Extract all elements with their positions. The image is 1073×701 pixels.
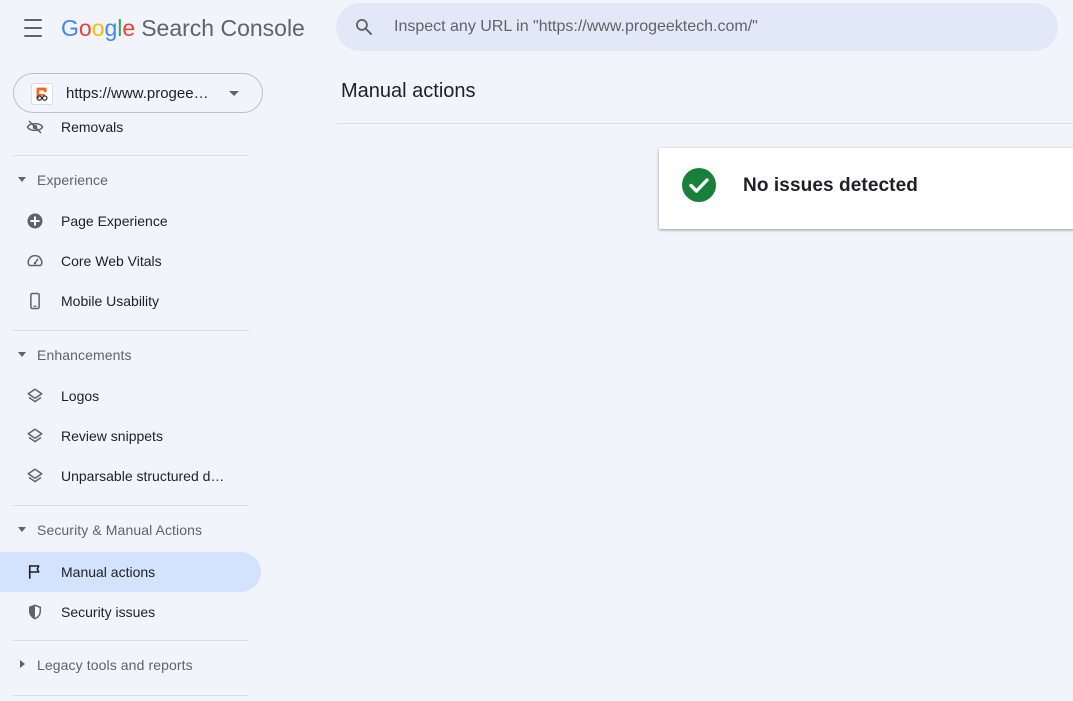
status-text: No issues detected [743,175,918,196]
sidebar-item-label: Review snippets [61,428,163,444]
main-menu-button[interactable] [22,18,44,38]
sidebar-item-core-web-vitals[interactable]: Core Web Vitals [0,241,261,281]
sidebar-item-unparsable-structured-data[interactable]: Unparsable structured d… [0,456,261,496]
section-divider [13,155,249,156]
property-selector[interactable]: https://www.progee… [13,73,263,113]
removals-icon [26,120,44,134]
layers-icon [27,428,43,443]
sidebar-item-label: Removals [61,119,124,135]
expand-arrow-icon [20,660,25,668]
url-inspection-search[interactable] [336,3,1058,51]
section-divider [13,640,249,641]
layers-icon [27,468,43,483]
sidebar-nav: Removals Experience Page Experience Core… [0,113,262,701]
logo-letter: o [91,15,105,41]
sidebar-item-label: Core Web Vitals [61,253,162,269]
sidebar-item-logos[interactable]: Logos [0,376,261,416]
search-icon[interactable] [354,17,374,37]
collapse-arrow-icon [18,527,26,532]
section-divider [13,505,249,506]
section-label: Legacy tools and reports [37,657,193,673]
collapse-arrow-icon [18,352,26,357]
section-label: Experience [37,172,109,188]
menu-line [24,35,42,37]
title-divider [337,123,1073,124]
logo-letter: e [122,15,136,41]
sidebar-item-label: Security issues [61,604,156,620]
search-input[interactable] [394,3,1034,51]
sidebar-item-label: Logos [61,388,100,404]
logo-letter: g [104,15,118,41]
phone-icon [30,292,40,310]
section-divider [13,330,249,331]
sidebar-item-review-snippets[interactable]: Review snippets [0,416,261,456]
logo-letter: o [78,15,92,41]
shield-icon [29,604,41,620]
speedometer-icon [27,254,43,267]
sidebar-item-page-experience[interactable]: Page Experience [0,201,261,241]
section-divider [13,695,249,696]
sidebar-item-removals[interactable]: Removals [0,113,261,147]
logo-letter: G [61,15,79,41]
search-console-logo[interactable]: Google Search Console [61,13,305,43]
section-legacy-tools[interactable]: Legacy tools and reports [0,651,250,681]
flag-icon [28,565,40,579]
sidebar-item-label: Page Experience [61,213,168,229]
sidebar-item-manual-actions[interactable]: Manual actions [0,552,261,592]
status-card: No issues detected [659,148,1073,229]
layers-icon [27,388,43,403]
property-url: https://www.progee… [66,85,209,102]
collapse-arrow-icon [18,177,26,182]
sidebar-item-label: Mobile Usability [61,293,160,309]
sidebar-item-label: Unparsable structured d… [61,468,225,484]
page-experience-icon [27,213,43,229]
menu-line [24,27,42,29]
page-title: Manual actions [341,80,476,102]
section-experience[interactable]: Experience [0,166,250,196]
section-security-manual-actions[interactable]: Security & Manual Actions [0,516,250,546]
site-favicon [31,83,53,105]
check-circle-icon [682,168,716,202]
section-enhancements[interactable]: Enhancements [0,341,250,371]
dropdown-caret-icon [229,91,239,96]
product-name: Search Console [141,15,305,41]
sidebar-item-mobile-usability[interactable]: Mobile Usability [0,281,261,321]
section-label: Security & Manual Actions [37,522,203,538]
sidebar-item-label: Manual actions [61,564,156,580]
section-label: Enhancements [37,347,132,363]
sidebar-item-security-issues[interactable]: Security issues [0,592,261,632]
menu-line [24,19,42,21]
